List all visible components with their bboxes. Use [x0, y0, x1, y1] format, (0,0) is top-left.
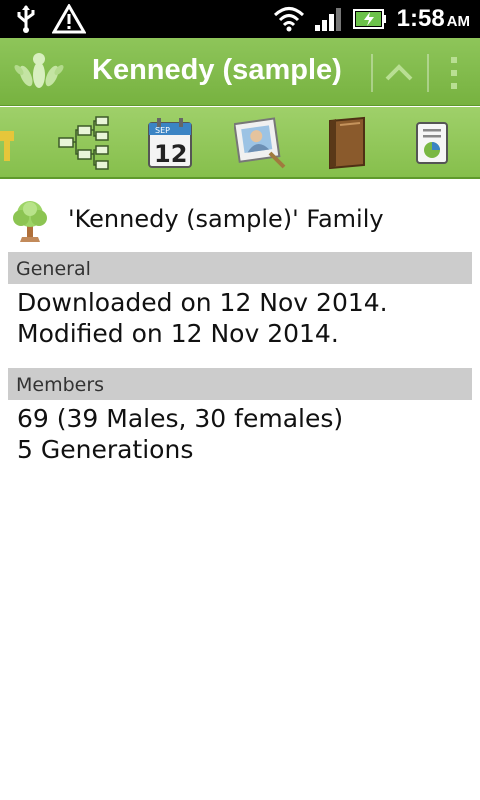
- signal-icon: [314, 8, 341, 31]
- calendar-month: SEP: [155, 126, 170, 135]
- key-icon[interactable]: [0, 115, 20, 171]
- warning-icon: [52, 4, 86, 34]
- report-icon[interactable]: [415, 115, 449, 171]
- members-count-line: 69 (39 Males, 30 females): [17, 404, 344, 433]
- section-header-general: General: [8, 252, 472, 284]
- general-downloaded-line: Downloaded on 12 Nov 2014.: [17, 288, 388, 317]
- family-header: 'Kennedy (sample)' Family: [10, 195, 470, 245]
- clock-ampm: AM: [446, 13, 470, 30]
- status-bar: 1:58 AM: [0, 0, 480, 38]
- divider: [427, 54, 429, 92]
- family-name: 'Kennedy (sample)' Family: [68, 205, 384, 233]
- calendar-icon[interactable]: SEP 12: [147, 115, 193, 171]
- page-title: Kennedy (sample): [92, 54, 342, 86]
- toolbar: SEP 12: [0, 107, 480, 179]
- clock-time: 1:58: [396, 5, 445, 32]
- members-generations-line: 5 Generations: [17, 435, 194, 464]
- clock: 1:58 AM: [397, 5, 470, 33]
- chevron-up-icon[interactable]: [378, 52, 420, 94]
- battery-charging-icon: [352, 9, 386, 29]
- wifi-icon: [273, 7, 304, 32]
- general-modified-line: Modified on 12 Nov 2014.: [17, 319, 339, 348]
- app-logo-icon[interactable]: [14, 48, 64, 96]
- divider: [371, 54, 373, 92]
- book-icon[interactable]: [324, 115, 370, 171]
- calendar-day: 12: [154, 140, 187, 168]
- usb-icon: [17, 5, 35, 33]
- photo-icon[interactable]: [234, 115, 286, 171]
- section-header-members: Members: [8, 368, 472, 400]
- family-tree-icon: [13, 201, 47, 242]
- overflow-menu-icon[interactable]: [440, 52, 468, 94]
- tree-chart-icon[interactable]: [56, 115, 110, 171]
- title-bar: Kennedy (sample): [0, 38, 480, 106]
